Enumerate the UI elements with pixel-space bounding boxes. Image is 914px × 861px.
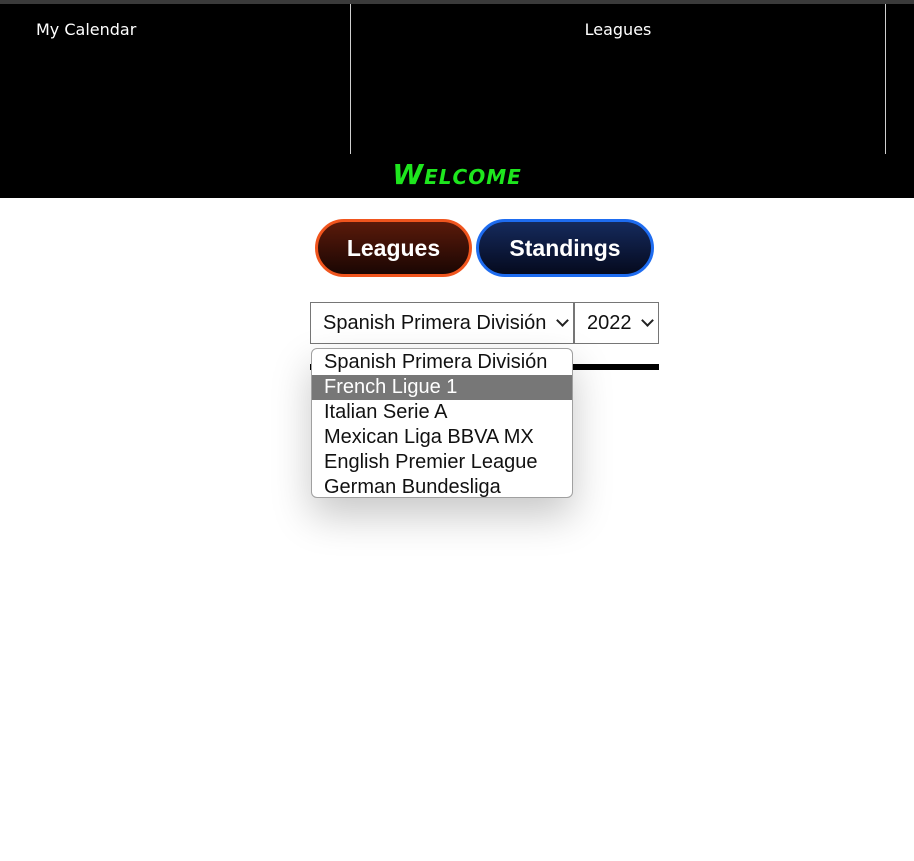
dropdown-option[interactable]: Mexican Liga BBVA MX xyxy=(312,425,572,450)
nav-item-leagues[interactable]: Leagues xyxy=(351,4,886,154)
dropdown-option-highlighted[interactable]: French Ligue 1 xyxy=(312,375,572,400)
leagues-button[interactable]: Leagues xyxy=(315,219,472,277)
league-select[interactable]: Spanish Primera División xyxy=(310,302,574,344)
nav-item-my-calendar[interactable]: My Calendar xyxy=(0,4,351,154)
league-select-value: Spanish Primera División xyxy=(323,311,547,334)
standings-button[interactable]: Standings xyxy=(476,219,654,277)
chevron-down-icon xyxy=(641,314,654,327)
dropdown-option[interactable]: German Bundesliga xyxy=(312,475,572,497)
year-select-value: 2022 xyxy=(587,311,632,334)
chevron-down-icon xyxy=(556,314,569,327)
dropdown-option[interactable]: English Premier League xyxy=(312,450,572,475)
dropdown-option[interactable]: Spanish Primera División xyxy=(312,350,572,375)
top-navigation-bar: My Calendar Leagues Welcome xyxy=(0,4,914,198)
nav-item-label: My Calendar xyxy=(36,20,137,39)
nav-item-label: Leagues xyxy=(584,20,652,39)
dropdown-option[interactable]: Italian Serie A xyxy=(312,400,572,425)
welcome-heading: Welcome xyxy=(392,158,522,191)
league-dropdown-list: Spanish Primera División French Ligue 1 … xyxy=(311,348,573,498)
year-select[interactable]: 2022 xyxy=(574,302,659,344)
